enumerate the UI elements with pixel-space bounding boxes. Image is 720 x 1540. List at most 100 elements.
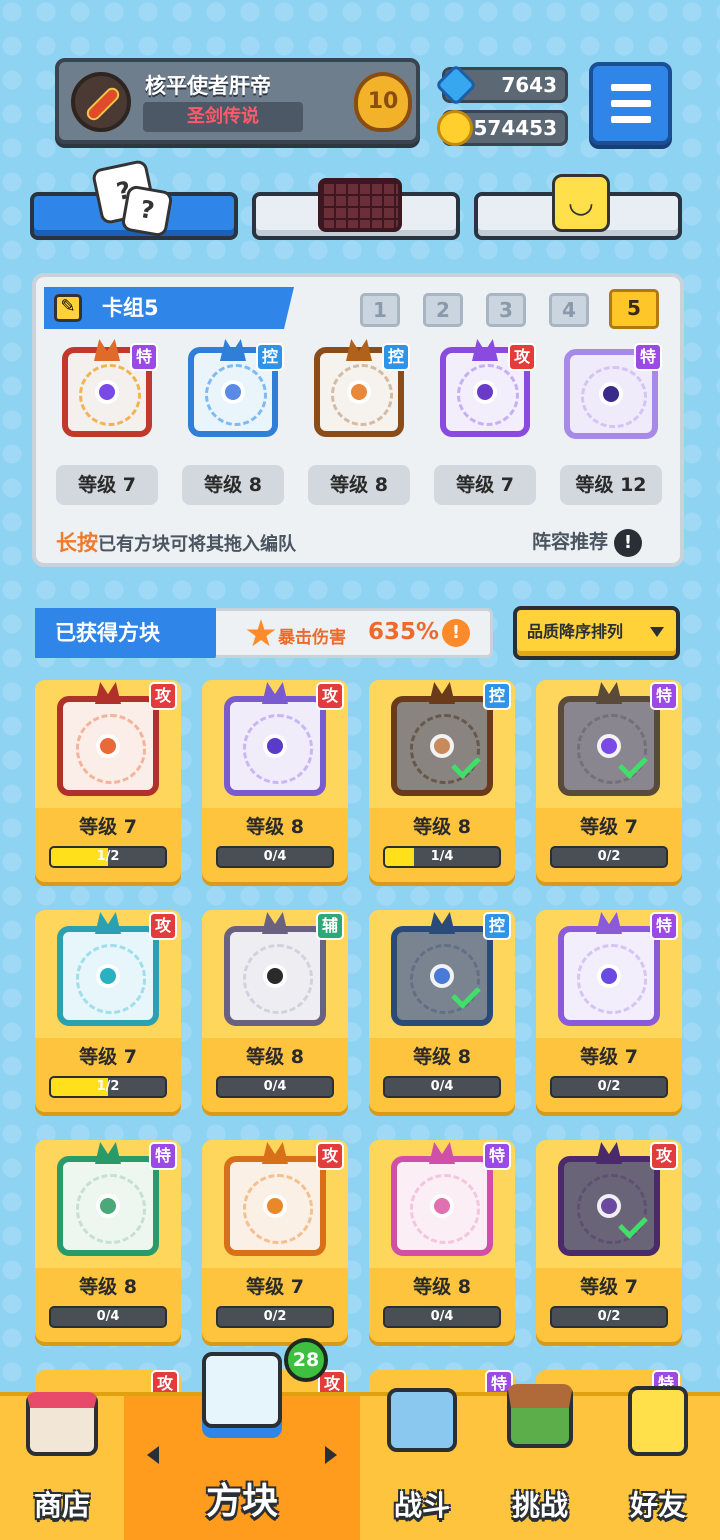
progress-text: 1/2 (96, 849, 120, 864)
progress-text: 0/4 (263, 1079, 287, 1094)
smiley-icon: ◡ (552, 174, 610, 232)
block-card[interactable]: 控等级 8 0/4 (369, 910, 515, 1112)
rank-badge[interactable]: 10 (354, 72, 412, 132)
upgrade-progress-bar: 0/4 (383, 1076, 501, 1098)
player-profile-panel[interactable]: 核平使者肝帝 圣剑传说 10 (55, 58, 420, 144)
block-card[interactable]: 控等级 8 1/4 (369, 680, 515, 882)
block-card[interactable]: 攻等级 7 1/2 (35, 910, 181, 1112)
tab-board[interactable] (252, 178, 460, 240)
block-card[interactable]: 攻等级 7 1/2 (35, 680, 181, 882)
nav-battle[interactable]: 战斗 (360, 1388, 484, 1540)
type-badge: 控 (483, 912, 511, 940)
block-tile (57, 926, 159, 1026)
lineup-recommend-label: 阵容推荐 (532, 531, 609, 553)
hamburger-icon (611, 84, 651, 91)
block-tile (391, 696, 493, 796)
castle-icon (507, 1384, 573, 1448)
deck-card-level: 等级 7 (434, 465, 536, 505)
menu-button[interactable] (589, 62, 672, 145)
deck-panel: 卡组5 ✎ 1 2 3 4 5 特 控 控 攻 特 等级 7 等级 8 等级 8… (32, 273, 684, 567)
type-badge: 控 (382, 343, 410, 371)
type-badge: 攻 (316, 1142, 344, 1170)
shop-icon (26, 1392, 98, 1456)
deck-tab-2[interactable]: 2 (423, 293, 463, 327)
type-badge: 攻 (316, 682, 344, 710)
deck-tab-3[interactable]: 3 (486, 293, 526, 327)
block-level: 等级 7 (79, 816, 137, 838)
block-card[interactable]: 特等级 7 0/2 (536, 680, 682, 882)
block-tile (558, 926, 660, 1026)
upgrade-progress-bar: 0/2 (550, 1306, 668, 1328)
gem-icon (434, 63, 478, 107)
type-badge: 特 (650, 682, 678, 710)
next-arrow-icon (325, 1446, 346, 1464)
block-card[interactable]: 攻等级 8 0/4 (202, 680, 348, 882)
upgrade-progress-bar: 0/2 (550, 1076, 668, 1098)
upgrade-progress-bar: 0/4 (49, 1306, 167, 1328)
upgrade-progress-bar: 1/2 (49, 846, 167, 868)
block-card[interactable]: 特等级 8 0/4 (35, 1140, 181, 1342)
block-level: 等级 7 (79, 1046, 137, 1068)
progress-text: 1/2 (96, 1079, 120, 1094)
deck-card-level: 等级 8 (308, 465, 410, 505)
gem-counter[interactable]: 7643 (434, 63, 568, 107)
block-card[interactable]: 攻等级 7 0/2 (202, 1140, 348, 1342)
type-badge: 特 (130, 343, 158, 371)
nav-friends-label: 好友 (629, 1489, 686, 1522)
upgrade-progress-bar: 0/2 (216, 1306, 334, 1328)
deck-tab-4[interactable]: 4 (549, 293, 589, 327)
type-badge: 特 (634, 343, 662, 371)
nav-blocks[interactable]: 方块 (124, 1352, 360, 1540)
nav-shop[interactable]: 商店 (0, 1392, 124, 1540)
lineup-recommend-button[interactable]: 阵容推荐! (532, 527, 643, 557)
block-card[interactable]: 攻等级 7 0/2 (536, 1140, 682, 1342)
edit-deck-icon[interactable]: ✎ (54, 294, 82, 322)
deck-tab-1[interactable]: 1 (360, 293, 400, 327)
player-avatar[interactable] (71, 72, 131, 132)
block-tile (224, 1156, 326, 1256)
deck-card[interactable]: 特 (56, 339, 158, 443)
info-icon[interactable]: ! (442, 619, 470, 647)
deck-card[interactable]: 特 (560, 339, 662, 443)
tab-dice[interactable]: ? ? (30, 158, 238, 240)
type-badge: 辅 (316, 912, 344, 940)
tab-emote[interactable]: ◡ (474, 174, 682, 240)
crit-star-icon (246, 619, 276, 647)
type-badge: 特 (483, 1142, 511, 1170)
block-level: 等级 7 (580, 1276, 638, 1298)
block-level: 等级 8 (413, 816, 471, 838)
progress-text: 0/2 (597, 849, 621, 864)
block-tile (224, 696, 326, 796)
type-badge: 特 (650, 912, 678, 940)
deck-card[interactable]: 控 (182, 339, 284, 443)
deck-card-level: 等级 8 (182, 465, 284, 505)
coin-counter[interactable]: 574453 (437, 110, 568, 146)
sort-dropdown[interactable]: 品质降序排列 (513, 606, 680, 660)
crit-damage-panel[interactable]: 暴击伤害 635% ! (216, 608, 493, 658)
nav-challenge[interactable]: 挑战 (484, 1384, 596, 1540)
crit-damage-label: 暴击伤害 (278, 628, 346, 648)
block-card[interactable]: 特等级 8 0/4 (369, 1140, 515, 1342)
block-tile (558, 1156, 660, 1256)
nav-friends[interactable]: 好友 (596, 1386, 720, 1540)
coin-icon (437, 110, 473, 146)
block-card[interactable]: 辅等级 8 0/4 (202, 910, 348, 1112)
type-badge: 攻 (508, 343, 536, 371)
deck-card-level: 等级 12 (560, 465, 662, 505)
crit-damage-value: 635% (368, 619, 440, 645)
progress-text: 0/4 (263, 849, 287, 864)
deck-tab-5[interactable]: 5 (609, 289, 659, 329)
block-card[interactable]: 特等级 7 0/2 (536, 910, 682, 1112)
progress-text: 0/4 (430, 1309, 454, 1324)
player-title: 圣剑传说 (143, 102, 303, 132)
upgrade-progress-bar: 1/2 (49, 1076, 167, 1098)
nav-shop-label: 商店 (33, 1489, 90, 1522)
deck-card-level: 等级 7 (56, 465, 158, 505)
friend-character-icon (628, 1386, 688, 1456)
deck-hint-text: 已有方块可将其拖入编队 (98, 534, 296, 555)
deck-card[interactable]: 控 (308, 339, 410, 443)
blocks-icon (202, 1352, 282, 1428)
progress-text: 0/4 (96, 1309, 120, 1324)
deck-card[interactable]: 攻 (434, 339, 536, 443)
player-name: 核平使者肝帝 (145, 74, 271, 98)
